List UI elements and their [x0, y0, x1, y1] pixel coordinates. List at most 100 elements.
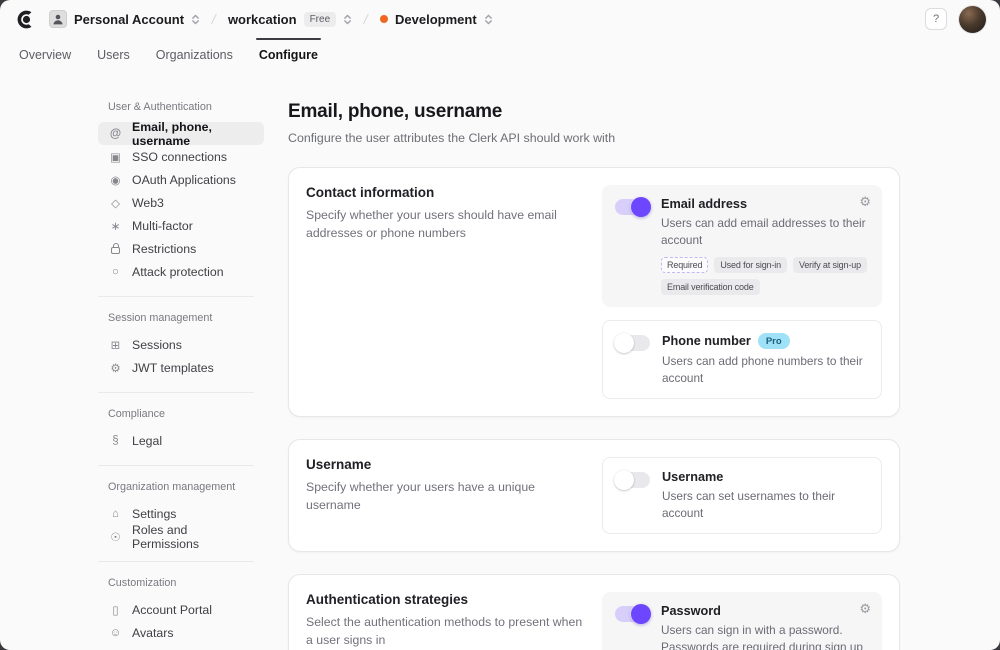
email-address-toggle[interactable] — [615, 199, 649, 215]
used-for-sign-in-badge: Used for sign-in — [714, 257, 787, 273]
personal-account-avatar-icon — [49, 10, 67, 28]
panel-title: Username — [662, 470, 868, 484]
sidebar-divider — [98, 561, 254, 562]
web3-diamond-icon: ◇ — [108, 196, 123, 210]
page-subtitle: Configure the user attributes the Clerk … — [288, 131, 900, 145]
sidebar-item-label: Avatars — [132, 626, 173, 640]
help-button[interactable]: ? — [925, 8, 947, 30]
sidebar-item-sessions[interactable]: ⊞ Sessions — [98, 333, 264, 356]
configure-sidebar: User & Authentication @ Email, phone, us… — [98, 101, 264, 650]
card-title: Contact information — [306, 185, 584, 200]
password-toggle[interactable] — [615, 606, 649, 622]
sessions-windows-icon: ⊞ — [108, 338, 123, 352]
panel-description: Users can set usernames to their account — [662, 488, 868, 521]
toggle-knob — [631, 604, 651, 624]
breadcrumb-separator: / — [362, 11, 369, 27]
chevron-up-down-icon — [343, 13, 352, 26]
password-panel: ⚙ Password Users can sign in with a pass… — [602, 592, 882, 650]
application-switcher[interactable]: workcation Free — [228, 12, 352, 27]
panel-description: Users can sign in with a password. Passw… — [661, 622, 869, 650]
oauth-icon: ◉ — [108, 173, 123, 187]
sidebar-divider — [98, 465, 254, 466]
sidebar-item-legal[interactable]: § Legal — [98, 429, 264, 452]
sidebar-item-web3[interactable]: ◇ Web3 — [98, 191, 264, 214]
email-address-panel: ⚙ Email address Users can add email addr… — [602, 185, 882, 307]
breadcrumb-separator: / — [210, 11, 217, 27]
sidebar-item-label: Roles and Permissions — [132, 523, 254, 551]
panel-title: Email address — [661, 197, 869, 211]
legal-icon: § — [108, 435, 123, 447]
toggle-knob — [614, 333, 634, 353]
card-title: Username — [306, 457, 584, 472]
sidebar-item-avatars[interactable]: ☺ Avatars — [98, 621, 264, 644]
sidebar-item-label: SSO connections — [132, 150, 227, 164]
environment-switcher[interactable]: Development — [380, 12, 493, 27]
account-switcher[interactable]: Personal Account — [49, 10, 200, 28]
panel-title: Phone number — [662, 334, 751, 348]
main-content: Email, phone, username Configure the use… — [288, 101, 900, 650]
phone-number-toggle[interactable] — [616, 335, 650, 351]
password-settings-gear-icon[interactable]: ⚙ — [859, 602, 871, 615]
sidebar-item-roles-permissions[interactable]: ☉ Roles and Permissions — [98, 525, 264, 548]
shield-icon: ○ — [108, 266, 123, 278]
clerk-logo-icon — [16, 9, 37, 30]
username-card: Username Specify whether your users have… — [288, 439, 900, 552]
sidebar-item-email-phone-username[interactable]: @ Email, phone, username — [98, 122, 264, 145]
sidebar-item-label: Restrictions — [132, 242, 196, 256]
panel-description: Users can add email addresses to their a… — [661, 215, 869, 248]
email-settings-gear-icon[interactable]: ⚙ — [859, 195, 871, 208]
authentication-strategies-card: Authentication strategies Select the aut… — [288, 574, 900, 650]
sidebar-item-label: Account Portal — [132, 603, 212, 617]
panel-description: Users can add phone numbers to their acc… — [662, 353, 868, 386]
account-name: Personal Account — [74, 12, 184, 27]
face-icon: ☺ — [108, 627, 123, 639]
username-toggle[interactable] — [616, 472, 650, 488]
tab-users[interactable]: Users — [84, 38, 143, 71]
plan-badge: Free — [304, 12, 337, 27]
environment-dot-icon — [380, 15, 388, 23]
sidebar-item-label: Web3 — [132, 196, 164, 210]
gear-icon: ⚙ — [108, 361, 123, 375]
sidebar-item-oauth-applications[interactable]: ◉ OAuth Applications — [98, 168, 264, 191]
sidebar-item-jwt-templates[interactable]: ⚙ JWT templates — [98, 356, 264, 379]
environment-name: Development — [395, 12, 477, 27]
sidebar-item-label: Legal — [132, 434, 162, 448]
sidebar-item-label: Settings — [132, 507, 176, 521]
roles-icon: ☉ — [108, 530, 123, 544]
sidebar-item-restrictions[interactable]: Restrictions — [98, 237, 264, 260]
section-heading: Customization — [108, 577, 264, 589]
sidebar-item-attack-protection[interactable]: ○ Attack protection — [98, 260, 264, 283]
lock-icon — [108, 243, 123, 254]
main-nav-tabs: Overview Users Organizations Configure — [0, 38, 1000, 71]
panel-title: Password — [661, 604, 869, 618]
card-description: Specify whether your users should have e… — [306, 207, 584, 243]
username-panel: Username Users can set usernames to thei… — [602, 457, 882, 534]
multi-factor-icon: ∗ — [108, 219, 123, 233]
header: Personal Account / workcation Free / Dev… — [0, 0, 1000, 38]
tab-overview[interactable]: Overview — [6, 38, 84, 71]
sidebar-item-account-portal[interactable]: ▯ Account Portal — [98, 598, 264, 621]
sidebar-item-sso-connections[interactable]: ▣ SSO connections — [98, 145, 264, 168]
required-badge: Required — [661, 257, 708, 273]
building-icon: ⌂ — [108, 508, 123, 520]
browser-window-icon: ▯ — [108, 603, 123, 617]
tab-organizations[interactable]: Organizations — [143, 38, 246, 71]
email-verification-code-badge: Email verification code — [661, 279, 760, 295]
contact-information-card: Contact information Specify whether your… — [288, 167, 900, 417]
sidebar-item-emails[interactable]: @ Emails — [98, 644, 264, 650]
sso-icon: ▣ — [108, 150, 123, 164]
section-heading: User & Authentication — [108, 101, 264, 113]
application-name: workcation — [228, 12, 297, 27]
user-avatar[interactable] — [959, 6, 986, 33]
page-title: Email, phone, username — [288, 101, 900, 123]
sidebar-item-multi-factor[interactable]: ∗ Multi-factor — [98, 214, 264, 237]
sidebar-item-label: JWT templates — [132, 361, 214, 375]
card-description: Specify whether your users have a unique… — [306, 479, 584, 515]
sidebar-item-label: Multi-factor — [132, 219, 193, 233]
sidebar-divider — [98, 296, 254, 297]
verify-at-sign-up-badge: Verify at sign-up — [793, 257, 867, 273]
at-sign-icon: @ — [108, 128, 123, 140]
tab-configure[interactable]: Configure — [246, 38, 331, 71]
sidebar-item-label: Sessions — [132, 338, 182, 352]
sidebar-item-label: Email, phone, username — [132, 120, 254, 148]
